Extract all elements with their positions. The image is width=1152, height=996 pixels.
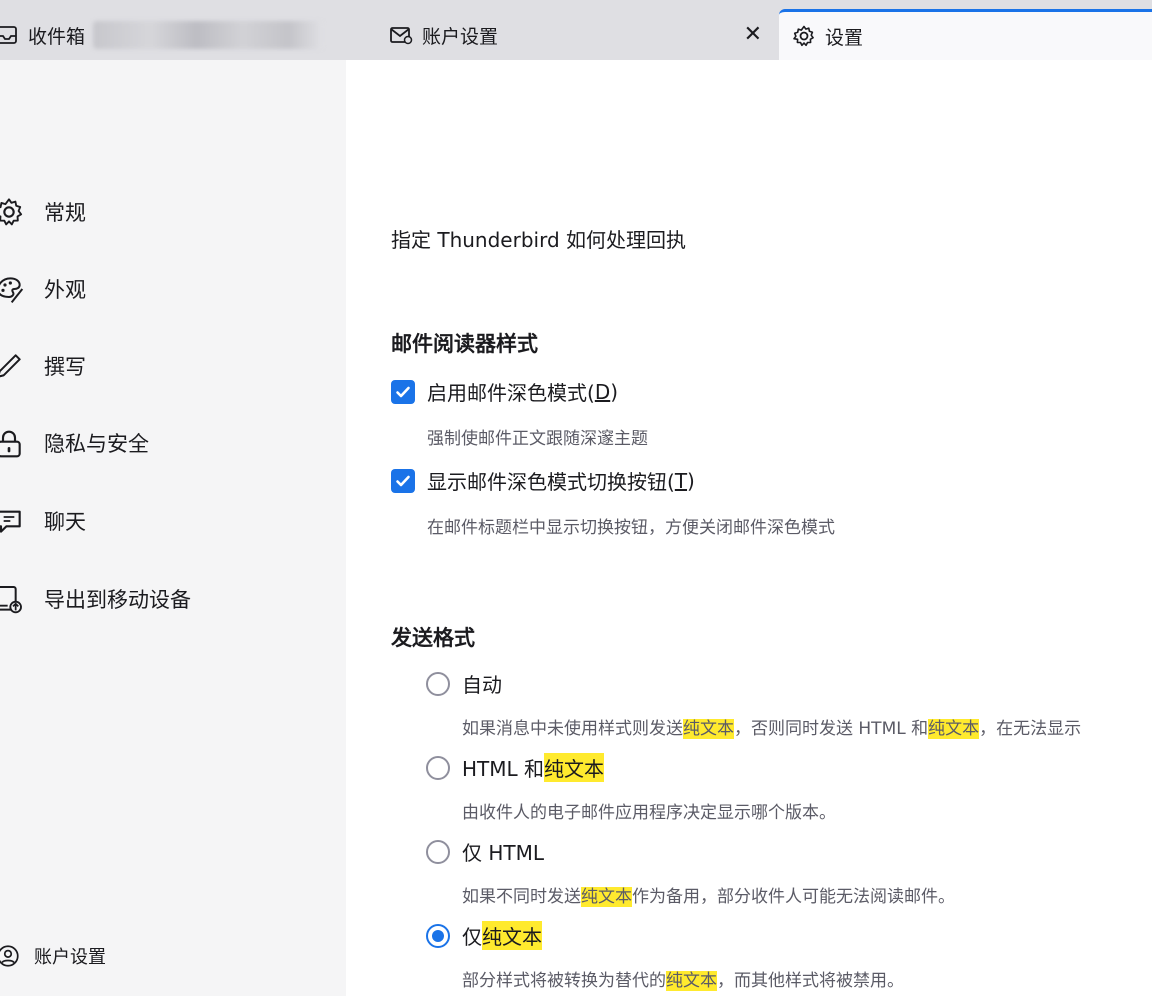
blurred-account-name: [93, 21, 324, 49]
radio-label: 仅: [462, 925, 482, 949]
radio-label-highlight: 纯文本: [544, 753, 605, 782]
tab-label: 收件箱: [28, 25, 86, 48]
export-device-icon: [0, 582, 26, 616]
sidebar-account-settings-link[interactable]: 账户设置: [0, 942, 106, 970]
sidebar-item-label: 导出到移动设备: [44, 588, 191, 612]
send-format-both-radio[interactable]: [426, 755, 450, 780]
sidebar-item-label: 撰写: [44, 355, 86, 379]
radio-label: 仅 HTML: [462, 841, 545, 865]
pencil-icon: [0, 349, 26, 383]
desc-text: ，在无法显示: [979, 719, 1082, 739]
radio-label: HTML 和: [462, 757, 545, 781]
sidebar-item-label: 常规: [44, 201, 86, 225]
account-settings-icon: [0, 942, 22, 970]
desc-highlight: 纯文本: [928, 719, 980, 739]
dark-mode-toggle-checkbox[interactable]: [391, 468, 415, 493]
accesskey-letter: D: [594, 379, 611, 404]
send-format-auto-description: 如果消息中未使用样式则发送纯文本，否则同时发送 HTML 和纯文本，在无法显示: [462, 714, 1081, 739]
chat-icon: [0, 504, 26, 538]
desc-highlight: 纯文本: [683, 719, 734, 739]
checkbox-label-end: ): [687, 468, 695, 493]
dark-mode-checkbox-row[interactable]: 启用邮件深色模式(D): [391, 377, 618, 406]
desc-text: 部分样式将被转换为替代的: [462, 971, 666, 991]
checkbox-label: 显示邮件深色模式切换按钮(: [427, 470, 675, 494]
sidebar-item-label: 聊天: [44, 510, 86, 534]
receipts-intro-text: 指定 Thunderbird 如何处理回执: [391, 228, 686, 252]
sidebar-item-chat[interactable]: 聊天: [0, 499, 86, 543]
sidebar-item-general[interactable]: 常规: [0, 190, 86, 234]
dark-mode-toggle-checkbox-row[interactable]: 显示邮件深色模式切换按钮(T): [391, 466, 695, 495]
sidebar-item-appearance[interactable]: 外观: [0, 267, 86, 311]
tab-label: 设置: [825, 26, 864, 49]
sidebar-item-label: 隐私与安全: [44, 432, 149, 456]
palette-icon: [0, 272, 26, 306]
send-format-html-only-description: 如果不同时发送纯文本作为备用，部分收件人可能无法阅读邮件。: [462, 882, 955, 907]
checkbox-label: 启用邮件深色模式(: [427, 381, 595, 405]
sidebar-footer-label: 账户设置: [34, 947, 106, 968]
dark-mode-toggle-description: 在邮件标题栏中显示切换按钮，方便关闭邮件深色模式: [427, 518, 835, 538]
send-format-both-description: 由收件人的电子邮件应用程序决定显示哪个版本。: [462, 803, 836, 823]
desc-text: ，而其他样式将被禁用。: [717, 971, 904, 991]
gear-icon: [791, 23, 817, 49]
lock-icon: [0, 426, 26, 460]
tab-inbox[interactable]: 收件箱: [0, 10, 324, 60]
sidebar-item-export-mobile[interactable]: 导出到移动设备: [0, 577, 191, 621]
tab-label: 账户设置: [422, 25, 499, 48]
send-format-plaintext-only-radio-row[interactable]: 仅纯文本: [426, 921, 542, 950]
desc-highlight: 纯文本: [581, 887, 632, 907]
desc-text: ，否则同时发送 HTML 和: [734, 719, 929, 739]
inbox-icon: [0, 22, 20, 48]
send-format-html-only-radio[interactable]: [426, 839, 450, 864]
tab-settings[interactable]: 设置 ✕: [779, 9, 1152, 60]
account-settings-icon: [388, 22, 414, 48]
sidebar: 常规 外观 撰写 隐私与安全 聊天 导出到移动设备 账户设置: [0, 60, 346, 996]
radio-label: 自动: [462, 673, 502, 697]
section-heading-send-format: 发送格式: [391, 626, 475, 650]
send-format-auto-radio-row[interactable]: 自动: [426, 669, 502, 698]
send-format-auto-radio[interactable]: [426, 671, 450, 696]
send-format-plaintext-only-radio[interactable]: [426, 923, 450, 948]
section-heading-reader-style: 邮件阅读器样式: [391, 332, 538, 356]
dark-mode-checkbox[interactable]: [391, 379, 415, 404]
settings-content: 指定 Thunderbird 如何处理回执 邮件阅读器样式 启用邮件深色模式(D…: [346, 60, 1152, 996]
radio-label-highlight: 纯文本: [482, 921, 542, 950]
tab-strip: 收件箱 账户设置 ✕ 设置 ✕: [0, 0, 1152, 60]
sidebar-item-compose[interactable]: 撰写: [0, 344, 86, 388]
sidebar-item-label: 外观: [44, 278, 86, 302]
tab-account-settings[interactable]: 账户设置 ✕: [388, 10, 774, 60]
desc-text: 如果不同时发送: [462, 887, 581, 907]
send-format-both-radio-row[interactable]: HTML 和纯文本: [426, 753, 605, 782]
desc-text: 作为备用，部分收件人可能无法阅读邮件。: [632, 887, 955, 907]
sidebar-item-privacy[interactable]: 隐私与安全: [0, 421, 149, 465]
close-icon[interactable]: ✕: [744, 24, 762, 46]
checkbox-label-end: ): [610, 379, 619, 404]
gear-icon: [0, 195, 26, 229]
accesskey-letter: T: [674, 468, 688, 493]
dark-mode-description: 强制使邮件正文跟随深邃主题: [427, 429, 648, 449]
desc-highlight: 纯文本: [666, 971, 717, 991]
send-format-html-only-radio-row[interactable]: 仅 HTML: [426, 837, 544, 866]
desc-text: 如果消息中未使用样式则发送: [462, 719, 683, 739]
send-format-plaintext-only-description: 部分样式将被转换为替代的纯文本，而其他样式将被禁用。: [462, 966, 904, 991]
